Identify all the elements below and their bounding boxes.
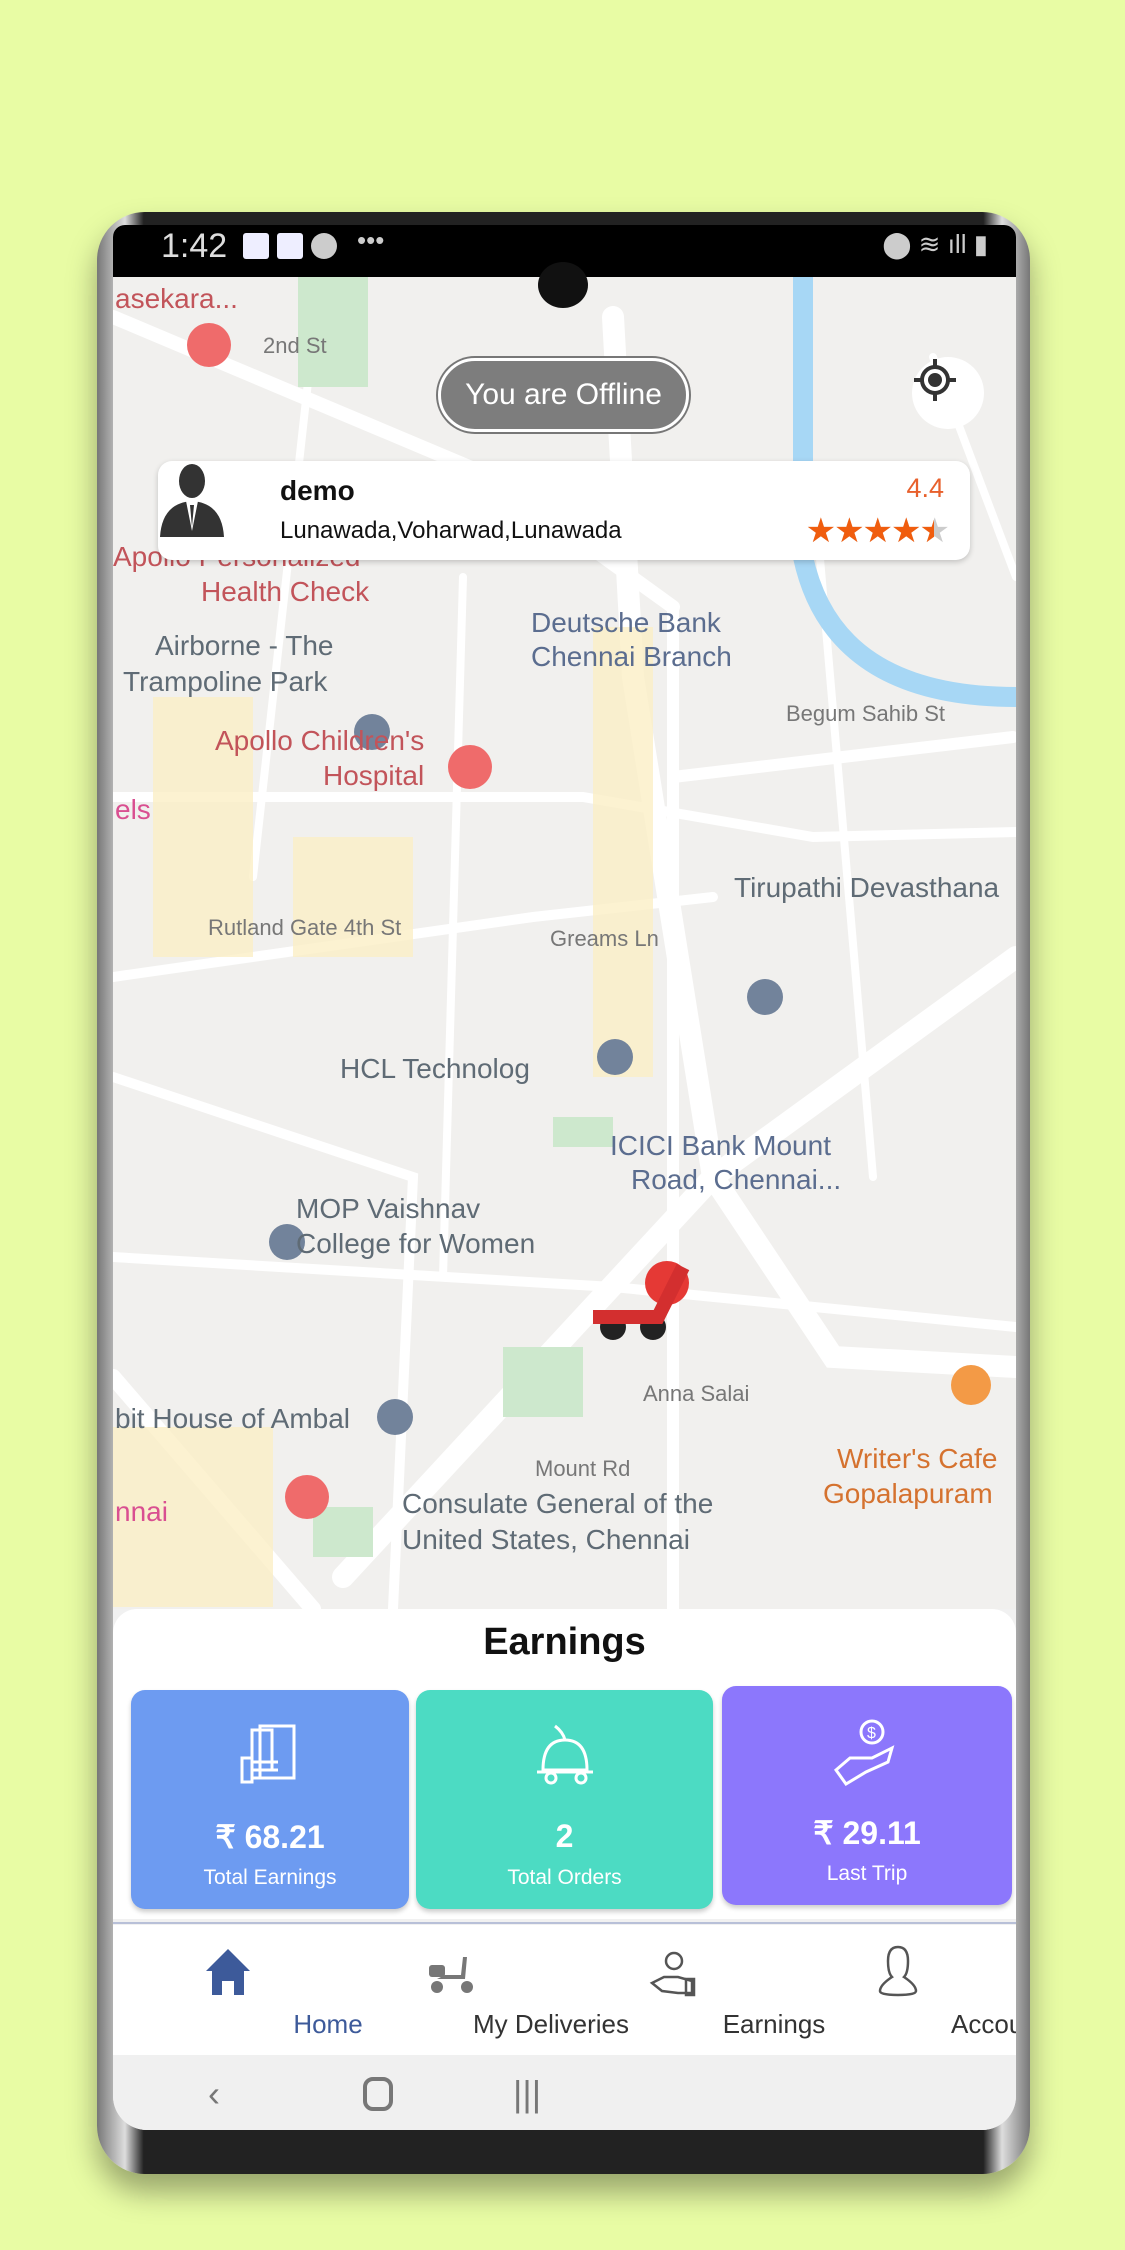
system-navigation-bar: ‹ ||| bbox=[113, 2055, 1016, 2130]
home-system-button[interactable] bbox=[363, 2077, 393, 2111]
map-label: Health Check bbox=[201, 576, 370, 607]
total-orders-card[interactable]: 2 Total Orders bbox=[416, 1690, 713, 1909]
map-label: United States, Chennai bbox=[402, 1524, 690, 1555]
nav-account-label: Account bbox=[951, 2009, 1016, 2039]
total-earnings-card[interactable]: ₹ 68.21 Total Earnings bbox=[131, 1690, 409, 1909]
app-screen: 1:42 ••• ⬤ ≋ ıll ▮ asekara... 2nd St Apo… bbox=[113, 225, 1016, 2130]
back-button[interactable]: ‹ bbox=[208, 2073, 220, 2115]
nav-my-deliveries[interactable]: My Deliveries bbox=[351, 1925, 629, 2055]
map-label: Road, Chennai... bbox=[631, 1164, 842, 1195]
map-label: Trampoline Park bbox=[123, 666, 328, 697]
system-status-icons: ⬤ ≋ ıll ▮ bbox=[882, 229, 988, 259]
last-trip-card[interactable]: $ ₹ 29.11 Last Trip bbox=[722, 1686, 1012, 1905]
total-orders-value: 2 bbox=[555, 1818, 574, 1854]
map-label: Begum Sahib St bbox=[786, 701, 945, 726]
star-rating: ★★★★★★★★★★ bbox=[805, 512, 950, 550]
scooter-icon bbox=[429, 1957, 473, 1993]
map-label: 2nd St bbox=[263, 333, 327, 358]
cash-hand-icon bbox=[240, 1724, 296, 1784]
last-trip-label: Last Trip bbox=[826, 1862, 908, 1885]
map-label: HCL Technolog bbox=[340, 1053, 530, 1084]
my-location-button[interactable] bbox=[912, 357, 984, 429]
map-label: Gopalapuram bbox=[823, 1478, 993, 1509]
camera-notch bbox=[538, 262, 588, 308]
coin-hand-icon: $ bbox=[833, 1719, 895, 1786]
nav-earnings[interactable]: Earnings bbox=[574, 1925, 825, 2055]
map-label: MOP Vaishnav bbox=[296, 1193, 481, 1224]
map-label: Consulate General of the bbox=[402, 1488, 714, 1519]
map-label: Anna Salai bbox=[643, 1381, 750, 1406]
driver-profile-card[interactable]: demo Lunawada,Voharwad,Lunawada 4.4 ★★★★… bbox=[158, 461, 970, 560]
map-label: bit House of Ambal bbox=[115, 1403, 351, 1434]
map-label: College for Women bbox=[296, 1228, 536, 1259]
map-label: nnai bbox=[115, 1496, 168, 1527]
map-label: Airborne - The bbox=[155, 630, 334, 661]
map-label: Writer's Cafe bbox=[837, 1443, 998, 1474]
map-label: Hospital bbox=[323, 760, 425, 791]
food-delivery-icon bbox=[536, 1724, 593, 1785]
map-label: els bbox=[115, 794, 151, 825]
notification-icon bbox=[243, 233, 269, 259]
map-label: Deutsche Bank bbox=[531, 607, 721, 638]
money-hand-icon bbox=[649, 1951, 696, 1997]
total-earnings-value: ₹ 68.21 bbox=[215, 1819, 325, 1855]
driver-address: Lunawada,Voharwad,Lunawada bbox=[280, 517, 622, 544]
nav-home[interactable]: Home bbox=[128, 1925, 363, 2055]
earnings-title: Earnings bbox=[483, 1621, 646, 1663]
rating-value: 4.4 bbox=[906, 473, 944, 503]
status-time: 1:42 bbox=[161, 227, 228, 265]
bottom-navigation: Home My Deliveries Earnings Account bbox=[113, 1925, 1016, 2055]
more-notifications-icon: ••• bbox=[357, 225, 385, 255]
map-label: Chennai Branch bbox=[531, 641, 732, 672]
earnings-panel: Earnings ₹ 68.21 Total Earnings 2 Total … bbox=[113, 1609, 1016, 1919]
map-label: asekara... bbox=[115, 283, 238, 314]
map-label: Rutland Gate 4th St bbox=[208, 915, 402, 940]
total-earnings-label: Total Earnings bbox=[203, 1866, 337, 1889]
map-label: Mount Rd bbox=[535, 1456, 631, 1481]
home-icon bbox=[206, 1949, 250, 1995]
map-label: ICICI Bank Mount bbox=[610, 1130, 831, 1161]
total-orders-label: Total Orders bbox=[507, 1866, 622, 1889]
driver-name: demo bbox=[280, 475, 355, 506]
nav-divider bbox=[113, 1922, 1016, 1924]
crosshair-icon bbox=[914, 359, 956, 401]
map-label: Greams Ln bbox=[550, 926, 659, 951]
person-icon bbox=[878, 1945, 918, 1997]
last-trip-value: ₹ 29.11 bbox=[813, 1815, 921, 1851]
notification-icon bbox=[311, 233, 337, 259]
recents-button[interactable]: ||| bbox=[513, 2073, 541, 2115]
map-view[interactable]: asekara...2nd StApollo PersonalizedHealt… bbox=[113, 277, 1016, 1609]
nav-account[interactable]: Account bbox=[798, 1925, 1016, 2055]
avatar-icon bbox=[160, 464, 224, 537]
map-label: Tirupathi Devasthana bbox=[734, 872, 1000, 903]
svg-text:$: $ bbox=[867, 1725, 876, 1742]
offline-status-button[interactable]: You are Offline bbox=[438, 358, 689, 432]
notification-icon bbox=[277, 233, 303, 259]
map-label: Apollo Children's bbox=[215, 725, 425, 756]
